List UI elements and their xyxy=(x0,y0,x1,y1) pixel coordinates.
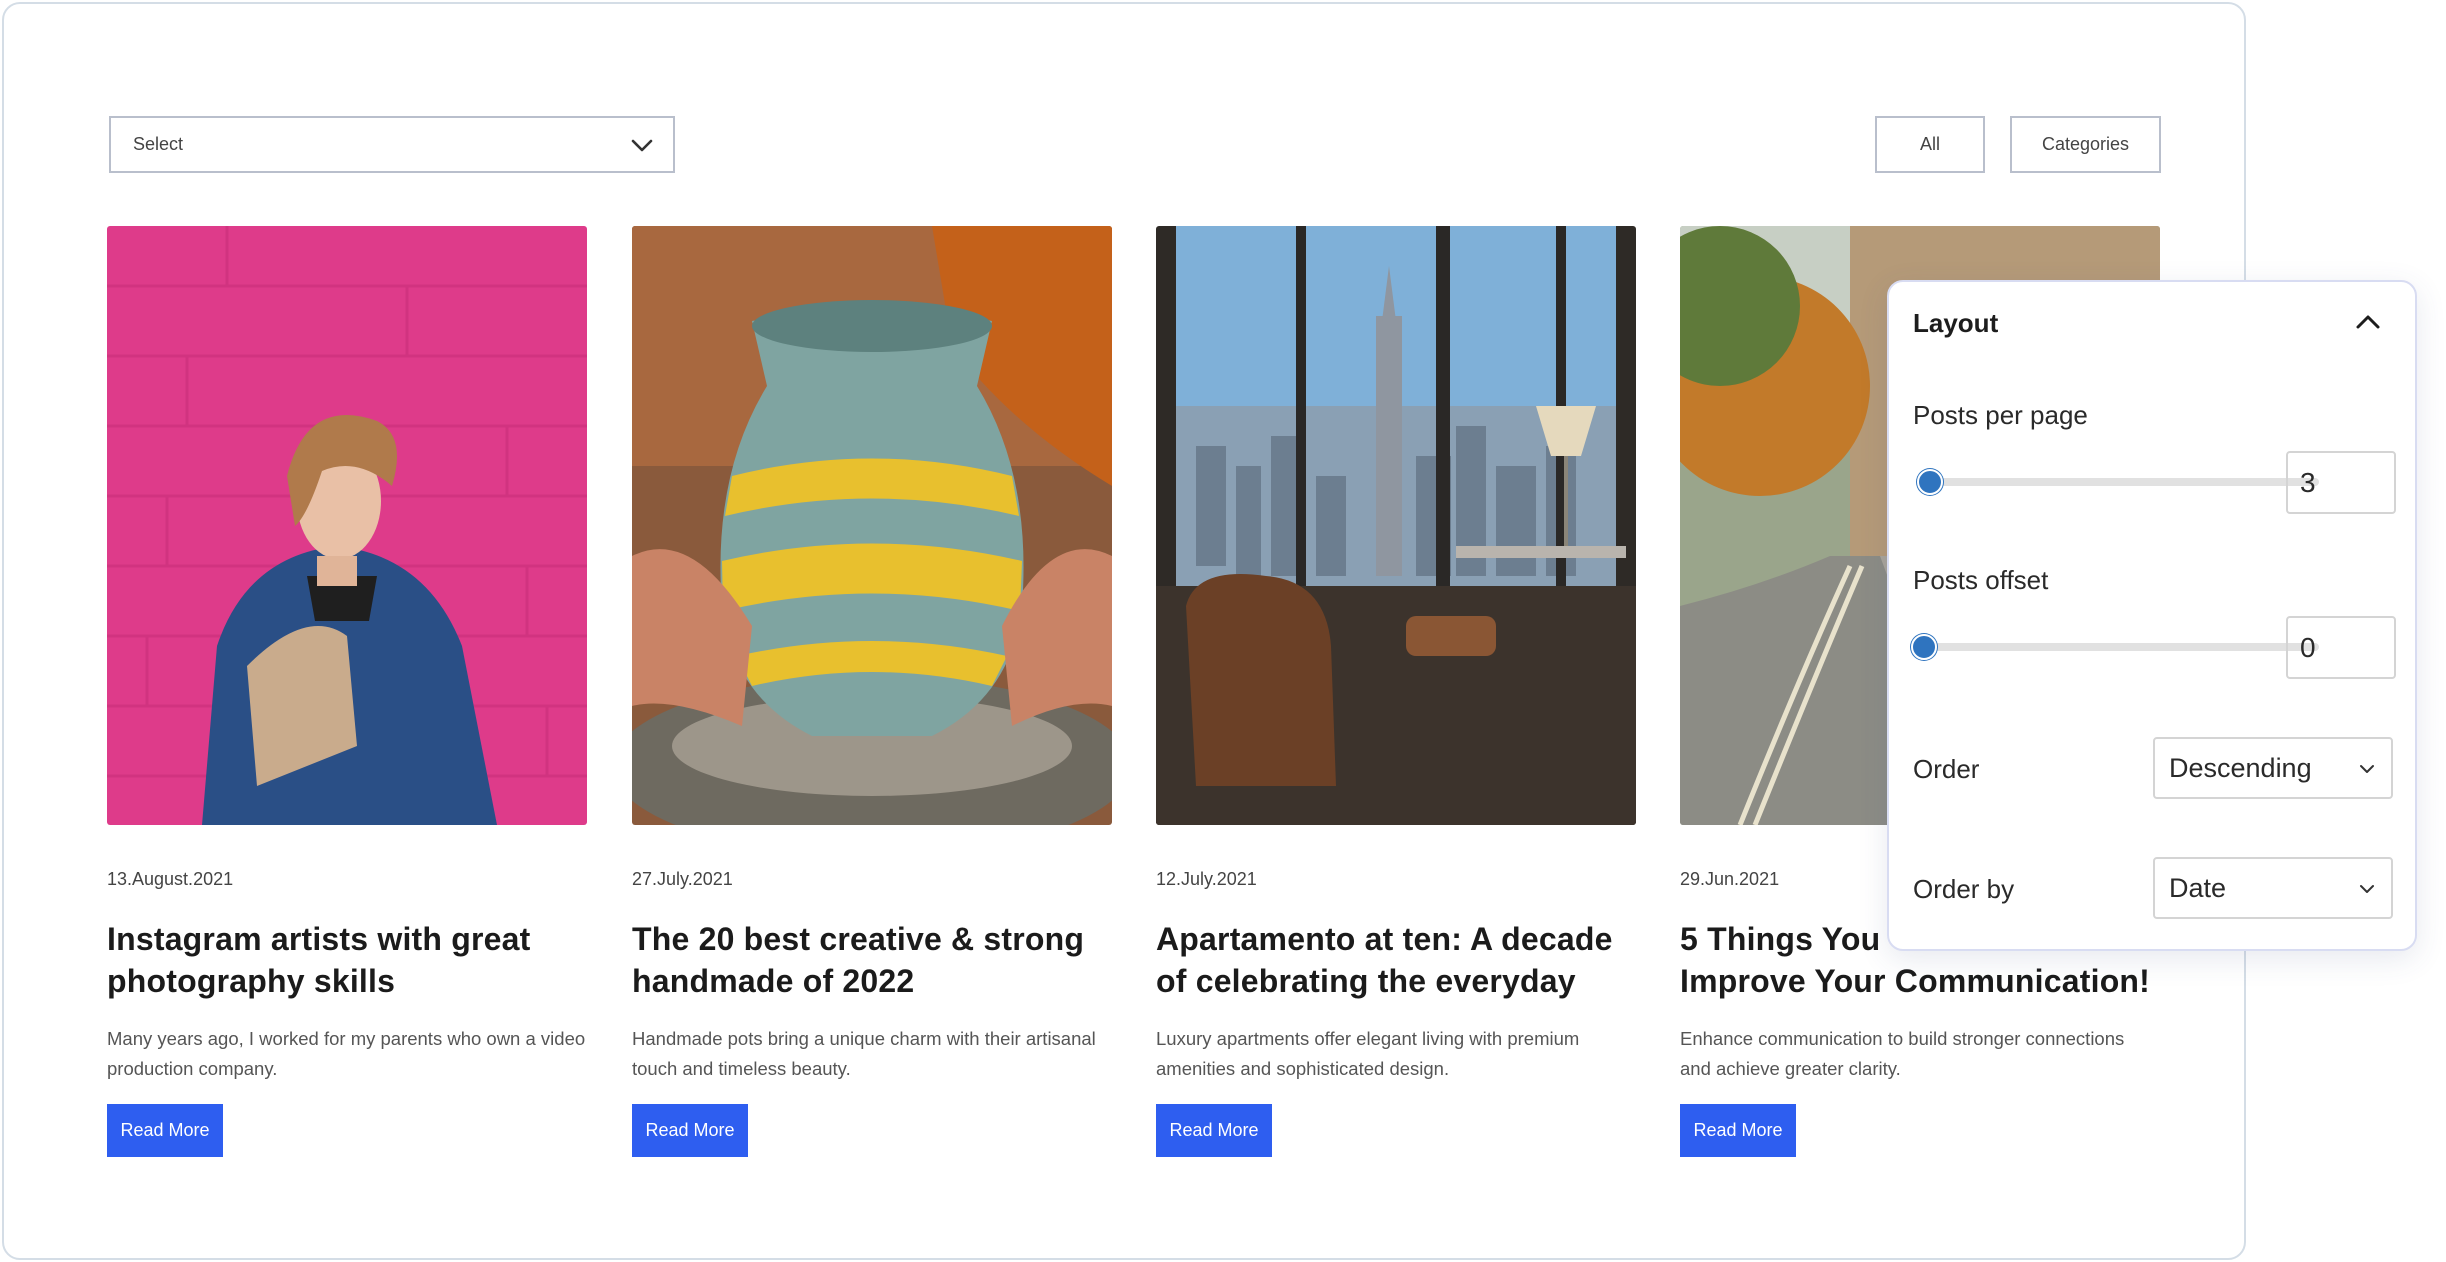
pottery-illustration xyxy=(632,226,1112,825)
post-card: 12.July.2021 Apartamento at ten: A decad… xyxy=(1156,226,1636,1157)
posts-offset-slider-thumb[interactable] xyxy=(1911,634,1937,660)
post-card: 13.August.2021 Instagram artists with gr… xyxy=(107,226,587,1157)
post-card: 27.July.2021 The 20 best creative & stro… xyxy=(632,226,1112,1157)
category-select-label: Select xyxy=(133,134,184,154)
posts-per-page-slider-thumb[interactable] xyxy=(1917,469,1943,495)
order-label: Order xyxy=(1913,754,1980,784)
filter-all-label: All xyxy=(1919,134,1940,154)
posts-offset-slider[interactable] xyxy=(1919,643,2319,651)
order-by-select[interactable]: Date xyxy=(2153,857,2393,919)
order-select-value: Descending xyxy=(2169,752,2312,783)
post-title[interactable]: The 20 best creative & strong handmade o… xyxy=(632,918,1112,1002)
post-date: 27.July.2021 xyxy=(632,869,733,889)
read-more-button[interactable]: Read More xyxy=(1680,1104,1796,1157)
layout-settings-panel: Layout Posts per page 3 Posts offset 0 O… xyxy=(1887,280,2417,951)
order-by-label: Order by xyxy=(1913,874,2015,904)
panel-title: Layout xyxy=(1913,308,1999,338)
post-date: 12.July.2021 xyxy=(1156,869,1257,889)
filter-categories-button[interactable]: Categories xyxy=(2010,116,2161,173)
post-image-portrait[interactable] xyxy=(107,226,587,825)
read-more-button[interactable]: Read More xyxy=(1156,1104,1272,1157)
chevron-down-icon xyxy=(2360,765,2374,773)
read-more-button[interactable]: Read More xyxy=(107,1104,223,1157)
post-image-apartment[interactable] xyxy=(1156,226,1636,825)
order-select[interactable]: Descending xyxy=(2153,737,2393,799)
posts-per-page-slider[interactable] xyxy=(1919,478,2319,486)
posts-offset-label: Posts offset xyxy=(1913,565,2049,595)
portrait-illustration xyxy=(107,226,587,825)
post-excerpt: Enhance communication to build stronger … xyxy=(1680,1028,2125,1079)
chevron-down-icon xyxy=(631,139,653,152)
post-excerpt: Handmade pots bring a unique charm with … xyxy=(632,1028,1096,1079)
apartment-illustration xyxy=(1156,226,1636,825)
read-more-button[interactable]: Read More xyxy=(632,1104,748,1157)
post-image-pottery[interactable] xyxy=(632,226,1112,825)
post-date: 13.August.2021 xyxy=(107,869,234,889)
post-title[interactable]: Instagram artists with great photography… xyxy=(107,918,587,1002)
filter-all-button[interactable]: All xyxy=(1875,116,1985,173)
filter-categories-label: Categories xyxy=(2041,134,2130,154)
order-by-select-value: Date xyxy=(2169,872,2227,903)
post-excerpt: Luxury apartments offer elegant living w… xyxy=(1156,1028,1580,1079)
posts-per-page-input[interactable]: 3 xyxy=(2286,451,2396,514)
chevron-down-icon xyxy=(2360,885,2374,893)
post-excerpt: Many years ago, I worked for my parents … xyxy=(107,1028,586,1079)
posts-per-page-label: Posts per page xyxy=(1913,400,2088,430)
posts-offset-input[interactable]: 0 xyxy=(2286,616,2396,679)
chevron-up-icon[interactable] xyxy=(2353,310,2383,334)
category-select[interactable]: Select xyxy=(109,116,675,173)
post-title[interactable]: Apartamento at ten: A decade of celebrat… xyxy=(1156,918,1636,1002)
